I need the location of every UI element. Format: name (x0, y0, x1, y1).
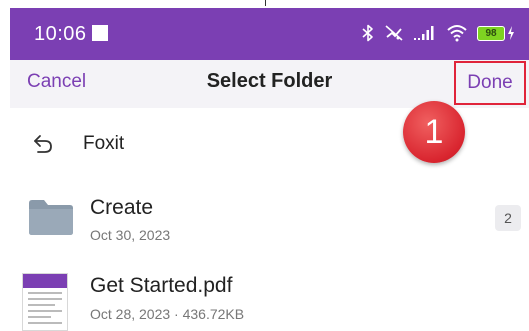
done-button[interactable]: Done (454, 61, 526, 105)
notification-square-icon (92, 25, 108, 41)
pdf-thumbnail-icon (22, 273, 68, 331)
file-name: Get Started.pdf (90, 274, 233, 297)
page-title: Select Folder (206, 70, 333, 92)
list-item-file[interactable]: Get Started.pdf Oct 28, 2023 · 436.72KB (10, 263, 529, 331)
status-bar: 10:06 98 (10, 8, 529, 60)
status-time: 10:06 (34, 23, 87, 45)
battery-level: 98 (477, 25, 505, 41)
file-meta: Oct 28, 2023 · 436.72KB (90, 306, 245, 322)
wifi-icon (446, 24, 468, 42)
bluetooth-icon (361, 24, 375, 42)
back-arrow-icon[interactable] (32, 133, 54, 155)
status-icons: 98 (361, 21, 515, 45)
navigation-bar: Cancel Select Folder Done (10, 60, 529, 108)
signal-icon (413, 24, 437, 42)
mute-icon (384, 24, 404, 42)
folder-name: Create (90, 196, 154, 219)
folder-date: Oct 30, 2023 (90, 227, 171, 243)
back-row[interactable]: Foxit (10, 118, 529, 170)
list-item-folder[interactable]: Create Oct 30, 2023 2 (10, 185, 529, 251)
current-folder-label: Foxit (83, 133, 125, 154)
charging-icon (507, 25, 515, 41)
folder-icon (28, 198, 74, 236)
top-tick-mark (265, 0, 266, 6)
item-count-badge: 2 (495, 205, 521, 231)
top-strip (0, 0, 529, 8)
battery-indicator: 98 (477, 25, 515, 41)
